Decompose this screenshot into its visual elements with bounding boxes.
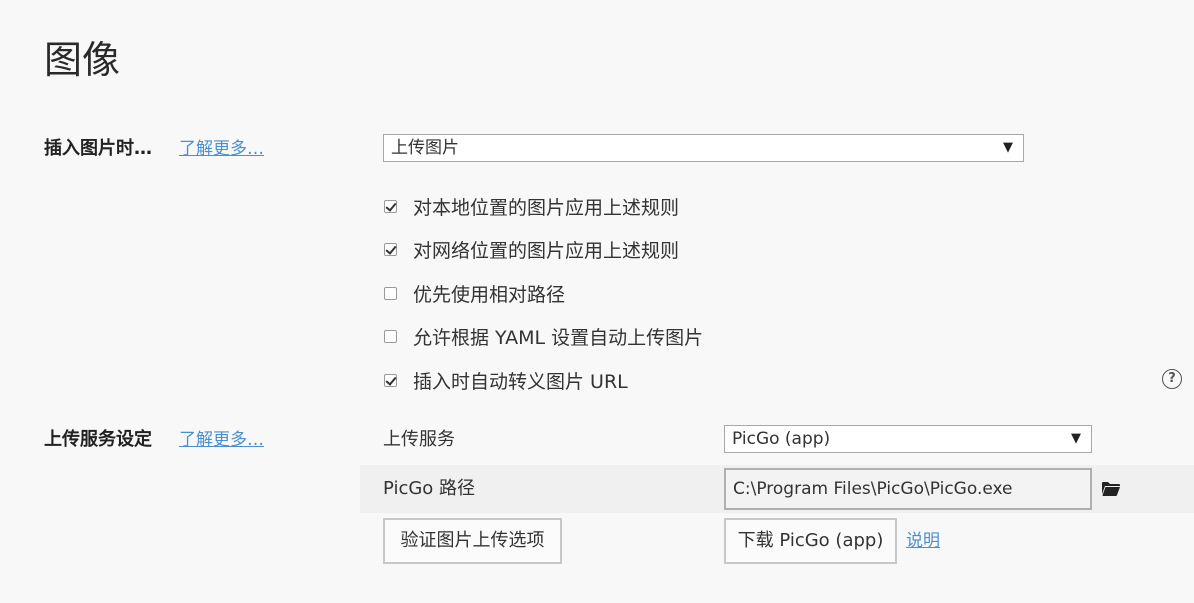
folder-icon[interactable] [1102, 481, 1120, 496]
option-relative-path[interactable]: 优先使用相对路径 [384, 279, 565, 307]
page-title: 图像 [44, 38, 121, 82]
upload-service-select[interactable]: PicGo (app) ▼ [724, 425, 1092, 453]
option-escape-url-label: 插入时自动转义图片 URL [413, 370, 628, 393]
checkbox-local-images[interactable] [384, 199, 397, 213]
checkbox-network-images[interactable] [384, 242, 397, 256]
download-picgo-button[interactable]: 下载 PicGo (app) [724, 518, 897, 564]
insert-image-section-label: 插入图片时… [44, 138, 152, 159]
insert-learn-more-link[interactable]: 了解更多… [179, 135, 264, 163]
chevron-down-icon: ▼ [1003, 140, 1013, 155]
verify-upload-button[interactable]: 验证图片上传选项 [383, 518, 562, 564]
upload-service-label: 上传服务 [383, 429, 455, 450]
option-escape-url[interactable]: 插入时自动转义图片 URL [384, 366, 628, 394]
help-icon[interactable]: ? [1162, 369, 1182, 389]
picgo-path-input[interactable]: C:\Program Files\PicGo\PicGo.exe [724, 468, 1092, 510]
checkbox-yaml-auto-upload[interactable] [384, 329, 397, 343]
insert-action-select[interactable]: 上传图片 ▼ [383, 134, 1024, 162]
chevron-down-icon: ▼ [1071, 431, 1081, 446]
option-local-images-label: 对本地位置的图片应用上述规则 [413, 196, 680, 219]
upload-learn-more-link[interactable]: 了解更多… [179, 426, 264, 454]
upload-service-section-label: 上传服务设定 [44, 429, 152, 450]
upload-service-select-value: PicGo (app) [732, 429, 831, 449]
option-relative-path-label: 优先使用相对路径 [413, 283, 566, 306]
option-yaml-auto-upload-label: 允许根据 YAML 设置自动上传图片 [413, 326, 704, 349]
insert-action-select-value: 上传图片 [391, 138, 459, 158]
checkbox-escape-url[interactable] [384, 373, 397, 387]
option-network-images-label: 对网络位置的图片应用上述规则 [413, 239, 680, 262]
option-network-images[interactable]: 对网络位置的图片应用上述规则 [384, 235, 679, 263]
checkbox-relative-path[interactable] [384, 286, 397, 300]
option-local-images[interactable]: 对本地位置的图片应用上述规则 [384, 192, 679, 220]
picgo-path-label: PicGo 路径 [383, 478, 476, 499]
option-yaml-auto-upload[interactable]: 允许根据 YAML 设置自动上传图片 [384, 322, 703, 350]
explain-link[interactable]: 说明 [906, 527, 940, 555]
